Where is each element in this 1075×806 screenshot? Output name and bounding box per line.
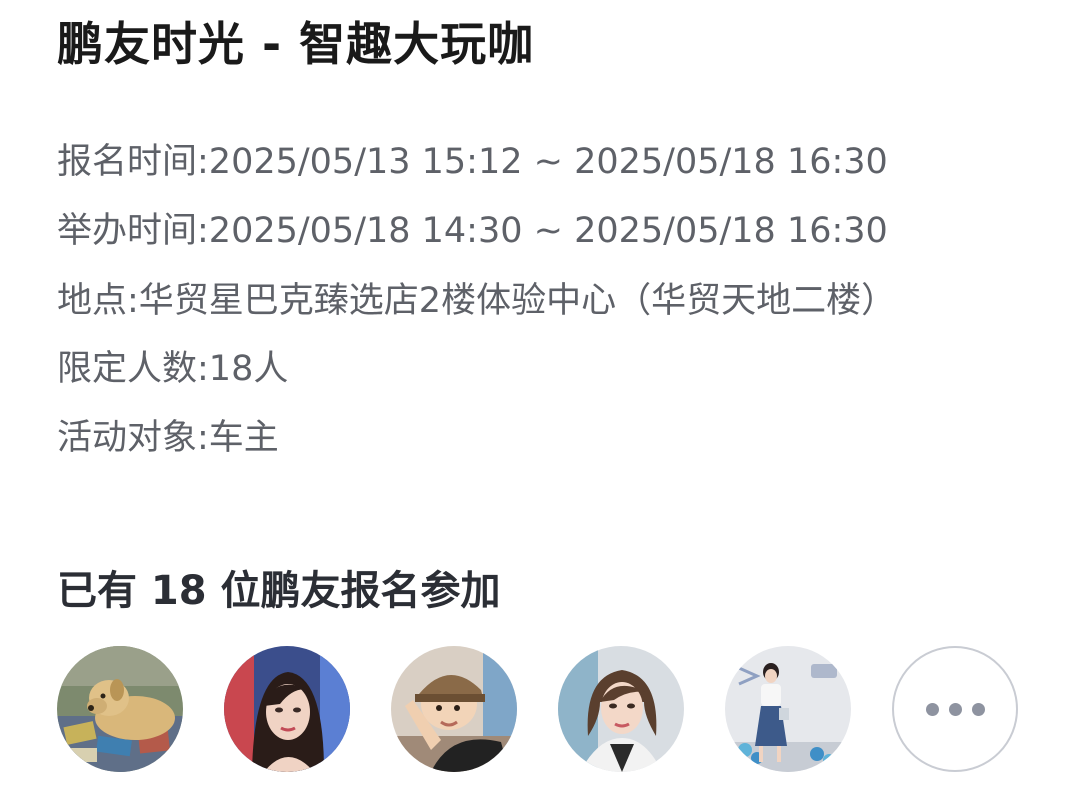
event-time-value: 2025/05/18 14:30 ~ 2025/05/18 16:30	[208, 211, 888, 251]
standing-person-photo	[725, 646, 851, 772]
ellipsis-dot	[971, 702, 985, 716]
audience-row: 活动对象:车主	[57, 409, 279, 460]
capacity-value: 18人	[208, 349, 289, 389]
registration-time-row: 报名时间:2025/05/13 15:12 ~ 2025/05/18 16:30	[57, 133, 888, 184]
registration-time-label: 报名时间:	[57, 142, 209, 182]
location-label: 地点:	[57, 281, 139, 321]
participant-avatar[interactable]	[391, 646, 517, 772]
participant-avatar[interactable]	[57, 646, 183, 772]
registration-time-value: 2025/05/13 15:12 ~ 2025/05/18 16:30	[208, 142, 888, 182]
location-row: 地点:华贸星巴克臻选店2楼体验中心（华贸天地二楼）	[57, 272, 896, 323]
participant-avatar[interactable]	[558, 646, 684, 772]
woman-photo	[558, 646, 684, 772]
event-title: 鹏友时光 - 智趣大玩咖	[57, 17, 535, 71]
capacity-label: 限定人数:	[57, 349, 209, 389]
ellipsis-icon	[921, 702, 990, 716]
event-time-label: 举办时间:	[57, 211, 209, 251]
participant-avatar[interactable]	[725, 646, 851, 772]
dog-photo	[57, 646, 183, 772]
ellipsis-dot	[925, 702, 939, 716]
capacity-row: 限定人数:18人	[57, 340, 288, 391]
ellipsis-dot	[948, 702, 962, 716]
event-time-row: 举办时间:2025/05/18 14:30 ~ 2025/05/18 16:30	[57, 202, 888, 253]
woman-photo	[224, 646, 350, 772]
location-value: 华贸星巴克臻选店2楼体验中心（华贸天地二楼）	[138, 281, 897, 321]
child-photo	[391, 646, 517, 772]
participant-avatar[interactable]	[224, 646, 350, 772]
more-participants-button[interactable]	[892, 646, 1018, 772]
event-detail-page: 鹏友时光 - 智趣大玩咖 报名时间:2025/05/13 15:12 ~ 202…	[0, 0, 1075, 806]
participants-heading: 已有 18 位鹏友报名参加	[57, 568, 501, 614]
audience-label: 活动对象:	[57, 418, 209, 458]
audience-value: 车主	[208, 418, 279, 458]
